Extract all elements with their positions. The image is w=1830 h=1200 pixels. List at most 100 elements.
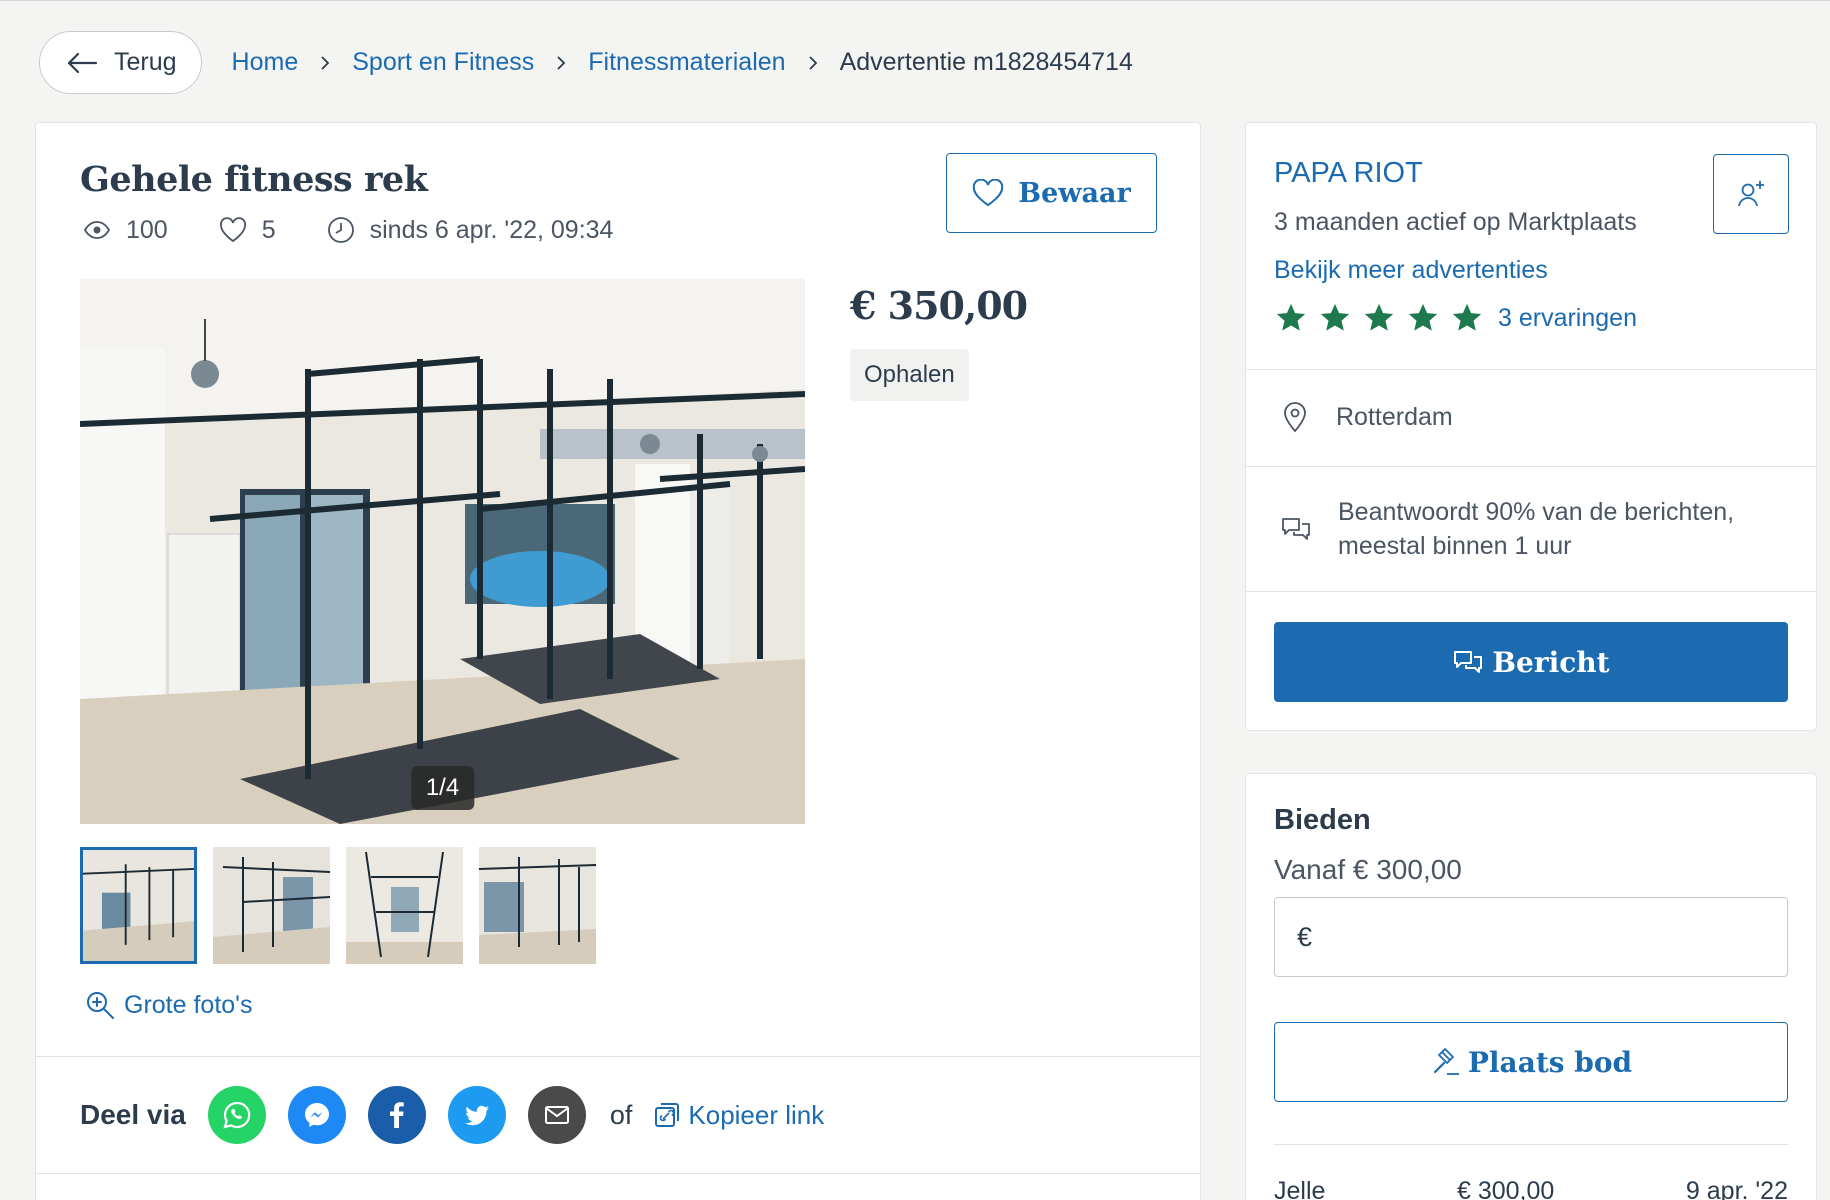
- breadcrumb-sport[interactable]: Sport en Fitness: [352, 48, 534, 77]
- place-bid-label: Plaats bod: [1467, 1045, 1633, 1079]
- facebook-icon: [389, 1102, 404, 1128]
- bid-date: 9 apr. '22: [1685, 1177, 1788, 1200]
- star-icon: [1364, 303, 1394, 331]
- star-icon: [1408, 303, 1438, 331]
- chevron-right-icon: [321, 55, 330, 70]
- star-icon: [1320, 303, 1350, 331]
- listing-stats: 100 5 sinds 6 apr. '22, 09:34: [82, 215, 663, 245]
- favorites-count: 5: [261, 215, 276, 244]
- heart-icon: [973, 179, 1004, 207]
- arrow-left-icon: [67, 52, 98, 73]
- share-label: Deel via: [80, 1099, 186, 1130]
- place-bid-button[interactable]: Plaats bod: [1274, 1022, 1788, 1102]
- divider: [1274, 1144, 1788, 1145]
- twitter-share-button[interactable]: [447, 1086, 506, 1144]
- location-pin-icon: [1284, 402, 1306, 433]
- back-button[interactable]: Terug: [39, 31, 202, 94]
- divider: [1246, 369, 1816, 370]
- facebook-share-button[interactable]: [367, 1086, 426, 1144]
- seller-response-rate: Beantwoordt 90% van de berichten, meesta…: [1280, 495, 1734, 563]
- chevron-right-icon: [808, 55, 817, 70]
- share-bar: Deel via of Kopieer link: [80, 1085, 824, 1145]
- breadcrumb-current: Advertentie m1828454714: [839, 48, 1133, 76]
- thumbnail-2[interactable]: [213, 847, 330, 964]
- eye-icon: [83, 221, 111, 239]
- message-label: Bericht: [1492, 645, 1610, 679]
- divider: [1246, 466, 1816, 467]
- seller-active-since: 3 maanden actief op Marktplaats: [1274, 208, 1637, 236]
- chevron-right-icon: [557, 55, 566, 70]
- thumbnail-strip: [80, 847, 596, 964]
- bid-amount-input[interactable]: [1322, 921, 1763, 953]
- chat-bubbles-icon: [1282, 518, 1310, 540]
- seller-card: PAPA RIOT 3 maanden actief op Marktplaat…: [1245, 122, 1817, 731]
- views-count: 100: [126, 215, 168, 244]
- twitter-icon: [464, 1105, 489, 1126]
- seller-location-text: Rotterdam: [1336, 402, 1453, 431]
- save-label: Bewaar: [1018, 177, 1131, 209]
- copy-link-icon: [655, 1103, 680, 1127]
- gym-photo-image: [80, 279, 805, 824]
- bidding-title: Bieden: [1274, 804, 1371, 836]
- share-or-label: of: [609, 1099, 633, 1130]
- breadcrumb-home[interactable]: Home: [232, 48, 299, 77]
- chat-bubbles-icon: [1454, 651, 1483, 673]
- save-button[interactable]: Bewaar: [946, 153, 1157, 233]
- large-photos-link[interactable]: Grote foto's: [84, 989, 252, 1021]
- breadcrumb-fitness[interactable]: Fitnessmaterialen: [588, 48, 785, 77]
- large-photos-label: Grote foto's: [124, 990, 253, 1019]
- seller-location: Rotterdam: [1282, 401, 1453, 433]
- bid-amount: € 300,00: [1457, 1177, 1555, 1200]
- bidding-minimum: Vanaf € 300,00: [1274, 854, 1462, 885]
- bidding-card: Bieden Vanaf € 300,00 € Plaats bod Jelle…: [1245, 773, 1817, 1200]
- listing-title: Gehele fitness rek: [80, 159, 428, 200]
- listing-price: € 350,00: [850, 283, 1028, 328]
- envelope-icon: [544, 1106, 569, 1124]
- copy-link-button[interactable]: Kopieer link: [652, 1100, 824, 1131]
- bidder-name: Jelle: [1274, 1177, 1326, 1200]
- back-label: Terug: [114, 48, 177, 76]
- response-line-2: meestal binnen 1 uur: [1338, 532, 1572, 560]
- thumbnail-4[interactable]: [479, 847, 596, 964]
- copy-link-label: Kopieer link: [688, 1099, 825, 1130]
- whatsapp-share-button[interactable]: [207, 1086, 266, 1144]
- seller-rating: 3 ervaringen: [1274, 301, 1637, 335]
- photo-counter: 1/4: [410, 766, 475, 810]
- main-photo[interactable]: 1/4: [80, 279, 805, 824]
- email-share-button[interactable]: [527, 1086, 586, 1144]
- favorites-stat: 5: [218, 215, 276, 245]
- divider: [36, 1173, 1200, 1174]
- thumbnail-1[interactable]: [80, 847, 197, 964]
- thumbnail-image: [479, 847, 596, 964]
- listing-date: sinds 6 apr. '22, 09:34: [369, 215, 614, 244]
- gavel-icon: [1433, 1048, 1459, 1075]
- add-user-icon: [1738, 181, 1764, 207]
- zoom-in-icon: [87, 992, 114, 1019]
- reviews-link[interactable]: 3 ervaringen: [1498, 304, 1637, 333]
- currency-symbol: €: [1297, 921, 1313, 952]
- divider: [1246, 591, 1816, 592]
- clock-icon: [327, 217, 354, 243]
- divider: [36, 1056, 1200, 1057]
- delivery-badge: Ophalen: [850, 349, 969, 401]
- views-stat: 100: [82, 215, 168, 245]
- thumbnail-3[interactable]: [346, 847, 463, 964]
- star-icon: [1276, 303, 1306, 331]
- bid-row: Jelle € 300,00 9 apr. '22: [1274, 1177, 1788, 1200]
- thumbnail-image: [213, 847, 330, 964]
- seller-name[interactable]: PAPA RIOT: [1274, 157, 1423, 190]
- seller-more-ads-link[interactable]: Bekijk meer advertenties: [1274, 256, 1548, 285]
- response-line-1: Beantwoordt 90% van de berichten,: [1338, 498, 1735, 526]
- date-stat: sinds 6 apr. '22, 09:34: [326, 215, 614, 245]
- messenger-share-button[interactable]: [287, 1086, 346, 1144]
- follow-seller-button[interactable]: [1713, 154, 1789, 234]
- star-icon: [1452, 303, 1482, 331]
- messenger-icon: [304, 1103, 329, 1127]
- heart-icon: [219, 217, 246, 243]
- thumbnail-image: [83, 850, 194, 961]
- thumbnail-image: [346, 847, 463, 964]
- whatsapp-icon: [223, 1101, 251, 1129]
- listing-card: Gehele fitness rek 100 5 sinds 6 apr. '2…: [35, 122, 1201, 1200]
- message-button[interactable]: Bericht: [1274, 622, 1788, 702]
- bid-amount-field[interactable]: €: [1274, 897, 1788, 977]
